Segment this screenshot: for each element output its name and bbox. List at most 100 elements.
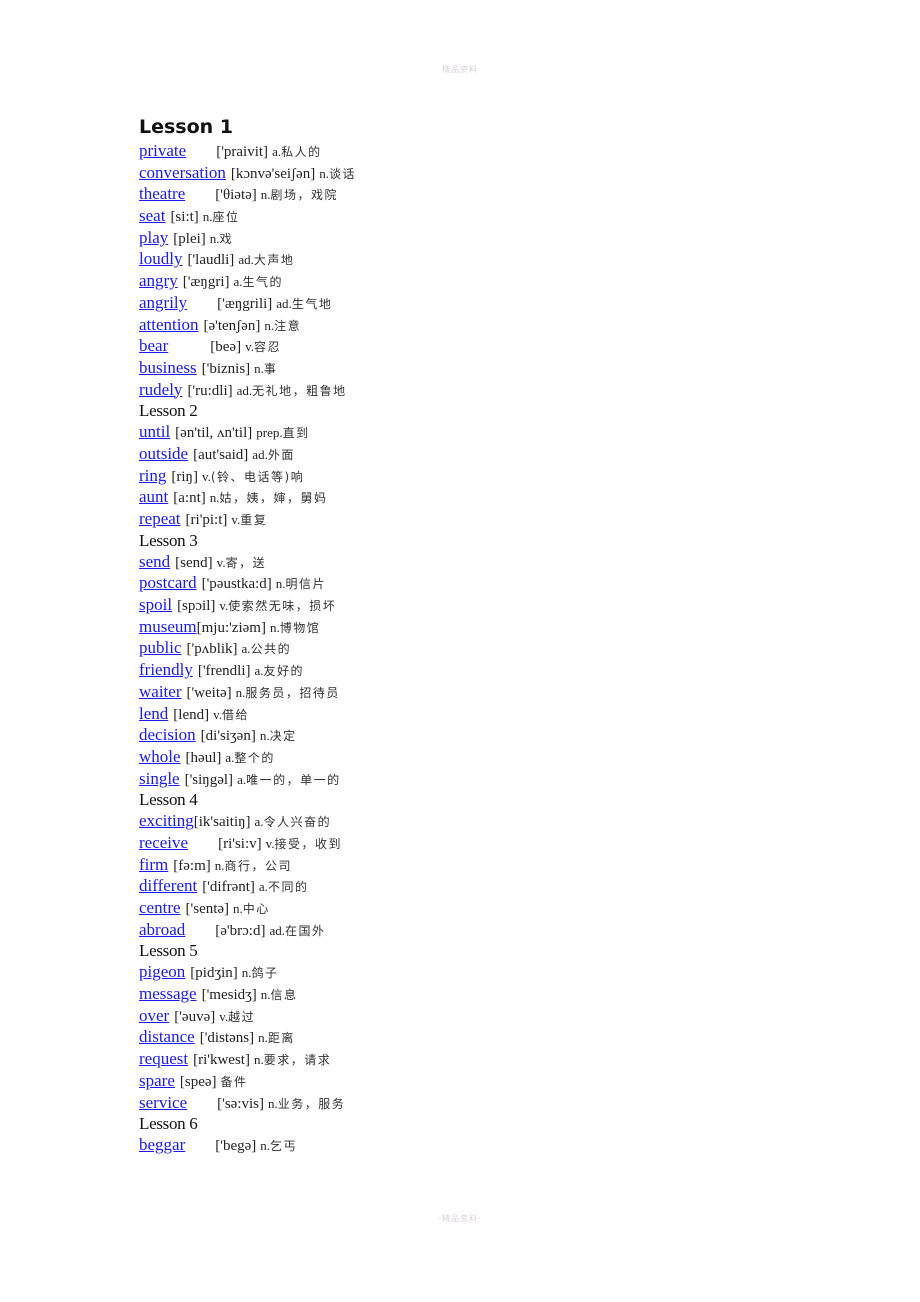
vocab-word-link[interactable]: lend [139, 704, 168, 723]
vocab-word-link[interactable]: friendly [139, 660, 193, 679]
chinese-meaning: 鸽子 [251, 966, 279, 981]
vocab-word-link[interactable]: aunt [139, 487, 168, 506]
part-of-speech: ad. [236, 382, 253, 398]
phonetic-transcription: ['æŋgrili] [217, 295, 273, 312]
vocab-word-link[interactable]: firm [139, 855, 168, 874]
vocab-word-link[interactable]: conversation [139, 163, 226, 182]
chinese-meaning: 博物馆 [279, 620, 321, 635]
chinese-meaning: 姑，姨，婶，舅妈 [219, 491, 328, 506]
vocab-word-link[interactable]: museum [139, 617, 197, 636]
vocab-word-link[interactable]: whole [139, 747, 181, 766]
vocab-word-link[interactable]: loudly [139, 249, 182, 268]
part-of-speech: n. [258, 1030, 268, 1046]
vocab-word-link[interactable]: receive [139, 833, 188, 852]
vocab-word-link[interactable]: seat [139, 206, 165, 225]
part-of-speech: a. [258, 879, 268, 895]
vocab-word-link[interactable]: until [139, 422, 170, 441]
vocab-word-link[interactable]: send [139, 552, 170, 571]
vocab-word-link[interactable]: service [139, 1093, 187, 1112]
lesson-section: Lesson 2 until [ən'til, ʌn'til] prep.直到 out… [139, 400, 839, 529]
chinese-meaning: 事 [263, 361, 278, 376]
vocab-entry: request [ri'kwest] n.要求，请求 [139, 1048, 839, 1070]
vocab-entry: bear [beə] v.容忍 [139, 335, 839, 357]
chinese-meaning: 注意 [274, 318, 302, 333]
vocab-word-link[interactable]: bear [139, 336, 168, 355]
vocab-entry: attention [ə'tenʃən] n.注意 [139, 314, 839, 336]
vocab-word-link[interactable]: message [139, 984, 197, 1003]
vocab-word-link[interactable]: over [139, 1006, 169, 1025]
part-of-speech: n. [209, 230, 220, 246]
vocab-word-link[interactable]: pigeon [139, 962, 185, 981]
lesson-section: Lesson 5 pigeon [pidʒin] n.鸽子 message ['mesi… [139, 940, 839, 1113]
vocab-word-link[interactable]: angrily [139, 293, 187, 312]
vocab-word-link[interactable]: request [139, 1049, 188, 1068]
chinese-meaning: 决定 [269, 729, 297, 744]
vocab-word-link[interactable]: outside [139, 444, 188, 463]
vocab-entry: conversation [kɔnvə'seiʃən] n.谈话 [139, 162, 839, 184]
phonetic-transcription: ['pəustka:d] [201, 576, 272, 593]
vocab-word-link[interactable]: business [139, 358, 197, 377]
vocabulary-document: Lesson 1 private ['praivit] a.私人的 conversat… [139, 114, 839, 1156]
chinese-meaning: 谈话 [328, 166, 356, 181]
chinese-meaning: 直到 [282, 426, 310, 441]
part-of-speech: n. [235, 684, 246, 700]
vocab-word-link[interactable]: postcard [139, 573, 197, 592]
phonetic-transcription: ['ru:dli] [187, 382, 233, 399]
part-of-speech: a. [272, 144, 282, 159]
lesson-section: Lesson 4 exciting[ik'saitiŋ] a.令人兴奋的 recei… [139, 789, 839, 940]
phonetic-transcription: ['æŋgri] [182, 274, 230, 291]
part-of-speech: ad. [276, 295, 292, 311]
vocab-word-link[interactable]: rudely [139, 380, 182, 399]
part-of-speech: n. [260, 187, 271, 203]
part-of-speech: n. [209, 490, 220, 506]
vocab-word-link[interactable]: beggar [139, 1135, 185, 1154]
vocab-word-link[interactable]: centre [139, 898, 181, 917]
phonetic-transcription: ['begə] [215, 1138, 257, 1155]
vocab-word-link[interactable]: angry [139, 271, 178, 290]
part-of-speech: n. [319, 165, 329, 181]
part-of-speech: n. [214, 857, 225, 873]
vocab-word-link[interactable]: spoil [139, 595, 172, 614]
vocab-word-link[interactable]: repeat [139, 509, 181, 528]
phonetic-transcription: ['laudli] [187, 252, 235, 269]
vocab-entry: decision [di'siʒən] n.决定 [139, 724, 839, 746]
vocab-word-link[interactable]: theatre [139, 184, 185, 203]
phonetic-transcription: [ri'pi:t] [185, 512, 228, 528]
part-of-speech: v. [201, 468, 211, 484]
page-footer-watermark: -精品资料- [438, 1214, 482, 1223]
vocab-entry: beggar ['begə] n.乞丐 [139, 1134, 839, 1156]
vocab-word-link[interactable]: decision [139, 725, 196, 744]
vocab-word-link[interactable]: distance [139, 1027, 195, 1046]
lesson-heading: Lesson 4 [139, 790, 198, 810]
chinese-meaning: 外面 [267, 447, 295, 462]
vocab-word-link[interactable]: different [139, 876, 197, 895]
vocab-word-link[interactable]: ring [139, 466, 166, 485]
phonetic-transcription: [spɔil] [177, 598, 216, 615]
vocab-entry: firm [fə:m] n.商行，公司 [139, 854, 839, 876]
lesson-section: Lesson 3 send [send] v.寄，送 postcard ['pəustk… [139, 530, 839, 790]
vocab-entry: message ['mesidʒ] n.信息 [139, 983, 839, 1005]
vocab-word-link[interactable]: abroad [139, 920, 185, 939]
part-of-speech: n. [264, 317, 275, 333]
lesson-heading: Lesson 1 [139, 116, 234, 138]
part-of-speech: n. [259, 728, 270, 744]
chinese-meaning: 备件 [220, 1074, 248, 1089]
vocab-word-link[interactable]: spare [139, 1071, 175, 1090]
vocab-word-link[interactable]: attention [139, 315, 198, 334]
chinese-meaning: 服务员，招待员 [245, 685, 340, 700]
vocab-entry: museum[mju:'ziəm] n.博物馆 [139, 616, 839, 638]
vocab-entry: send [send] v.寄，送 [139, 551, 839, 573]
vocab-entry: lend [lend] v.借给 [139, 703, 839, 725]
part-of-speech: v. [219, 598, 229, 614]
vocab-word-link[interactable]: public [139, 638, 182, 657]
vocab-word-link[interactable]: waiter [139, 682, 181, 701]
vocab-word-link[interactable]: private [139, 141, 186, 160]
part-of-speech: n. [268, 1095, 278, 1111]
vocab-word-link[interactable]: play [139, 228, 168, 247]
vocab-word-link[interactable]: single [139, 769, 180, 788]
vocab-word-link[interactable]: exciting [139, 811, 194, 830]
vocab-entry: single ['siŋgəl] a.唯一的，单一的 [139, 768, 839, 790]
part-of-speech: a. [254, 814, 264, 830]
vocab-entry: whole [həul] a.整个的 [139, 746, 839, 768]
chinese-meaning: 生气的 [242, 275, 284, 290]
